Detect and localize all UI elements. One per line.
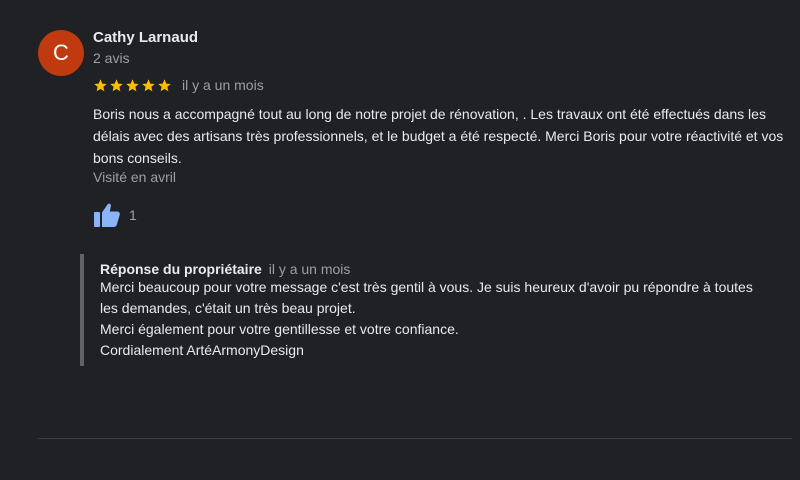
divider bbox=[38, 438, 792, 439]
visited-date: Visité en avril bbox=[93, 169, 177, 185]
thumbs-up-icon[interactable] bbox=[93, 202, 121, 228]
star-icon bbox=[142, 78, 155, 91]
like-button[interactable]: 1 bbox=[93, 202, 137, 228]
review-card: C Cathy Larnaud 2 avis il y a un mois Bo… bbox=[0, 0, 800, 480]
star-icon bbox=[126, 78, 139, 91]
star-icon bbox=[94, 78, 107, 91]
reply-date: il y a un mois bbox=[268, 261, 351, 277]
review-date: il y a un mois bbox=[182, 77, 264, 93]
star-rating bbox=[93, 78, 172, 93]
reply-header: Réponse du propriétaire il y a un mois bbox=[100, 261, 770, 277]
reply-signature: Cordialement ArtéArmonyDesign bbox=[100, 342, 304, 358]
star-icon bbox=[158, 78, 171, 91]
author-review-count[interactable]: 2 avis bbox=[93, 50, 130, 66]
star-icon bbox=[110, 78, 123, 91]
rating-row: il y a un mois bbox=[93, 75, 264, 95]
reply-title: Réponse du propriétaire bbox=[100, 261, 262, 277]
reply-text-line: Merci également pour votre gentillesse e… bbox=[100, 321, 459, 337]
owner-reply: Réponse du propriétaire il y a un mois M… bbox=[80, 254, 770, 366]
author-name[interactable]: Cathy Larnaud bbox=[93, 29, 198, 46]
like-count: 1 bbox=[129, 207, 137, 223]
reply-text-line: Merci beaucoup pour votre message c'est … bbox=[100, 279, 753, 316]
review-text: Boris nous a accompagné tout au long de … bbox=[93, 106, 784, 166]
avatar[interactable]: C bbox=[38, 30, 84, 76]
